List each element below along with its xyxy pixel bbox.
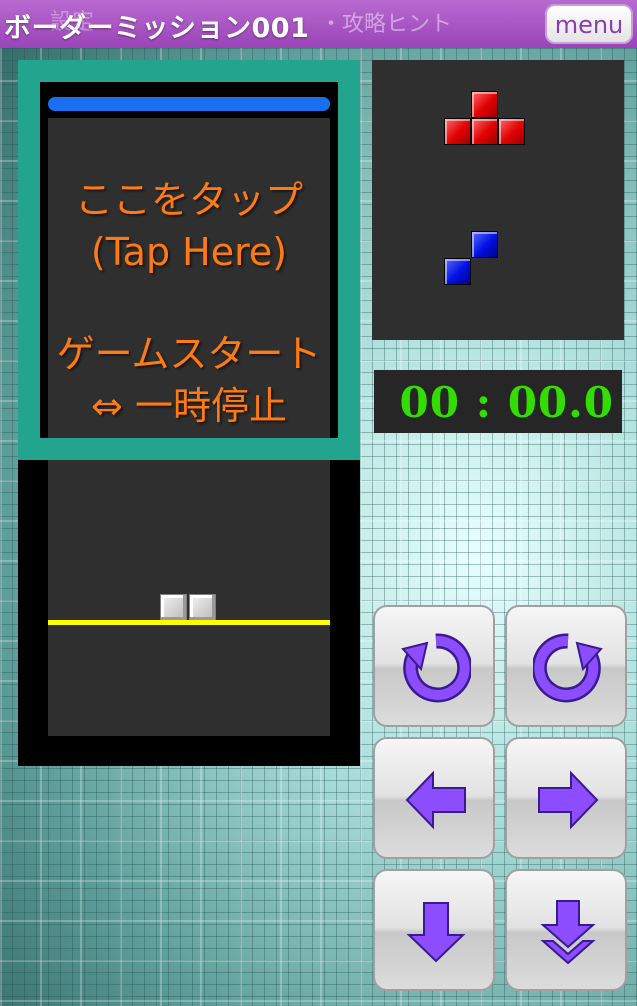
- overlay-panel: ここをタップ (Tap Here) ゲームスタート ⇔ 一時停止: [48, 118, 330, 438]
- hard-drop-button[interactable]: [505, 869, 627, 991]
- arrow-down-icon: [406, 902, 466, 963]
- game-start-text: ゲームスタート: [56, 332, 322, 376]
- rotate-left-icon: [401, 633, 471, 703]
- border-line: [48, 620, 330, 625]
- header-bar: 設定 ・攻略ヒント ボーダーミッション001 menu: [0, 0, 637, 48]
- placed-block: [189, 594, 216, 621]
- progress-bar: [48, 97, 330, 111]
- rotate-right-icon: [533, 633, 603, 703]
- move-right-button[interactable]: [505, 737, 627, 859]
- pause-text: ⇔ 一時停止: [91, 384, 287, 428]
- rotate-left-button[interactable]: [373, 605, 495, 727]
- start-overlay[interactable]: ここをタップ (Tap Here) ゲームスタート ⇔ 一時停止: [18, 60, 360, 460]
- move-left-button[interactable]: [373, 737, 495, 859]
- next-piece-block: [498, 118, 525, 145]
- arrow-left-icon: [405, 770, 466, 830]
- hard-drop-icon: [540, 900, 596, 965]
- placed-block: [160, 594, 187, 621]
- next-piece-block: [471, 91, 498, 118]
- next-piece-block: [444, 118, 471, 145]
- soft-drop-button[interactable]: [373, 869, 495, 991]
- page-title: ボーダーミッション001: [4, 13, 310, 44]
- menu-button[interactable]: menu: [545, 4, 633, 44]
- strategy-hint-link[interactable]: ・攻略ヒント: [320, 6, 452, 38]
- tap-here-jp-text: ここをタップ: [74, 178, 303, 222]
- next-piece-block: [444, 258, 471, 285]
- next-piece-block: [471, 118, 498, 145]
- next-pieces-panel: [372, 60, 624, 340]
- rotate-right-button[interactable]: [505, 605, 627, 727]
- tap-here-en-text: (Tap Here): [90, 230, 288, 274]
- timer-display: 00 : 00.0: [399, 378, 614, 427]
- timer-panel: 00 : 00.0: [374, 370, 622, 433]
- arrow-right-icon: [538, 770, 599, 830]
- next-piece-block: [471, 231, 498, 258]
